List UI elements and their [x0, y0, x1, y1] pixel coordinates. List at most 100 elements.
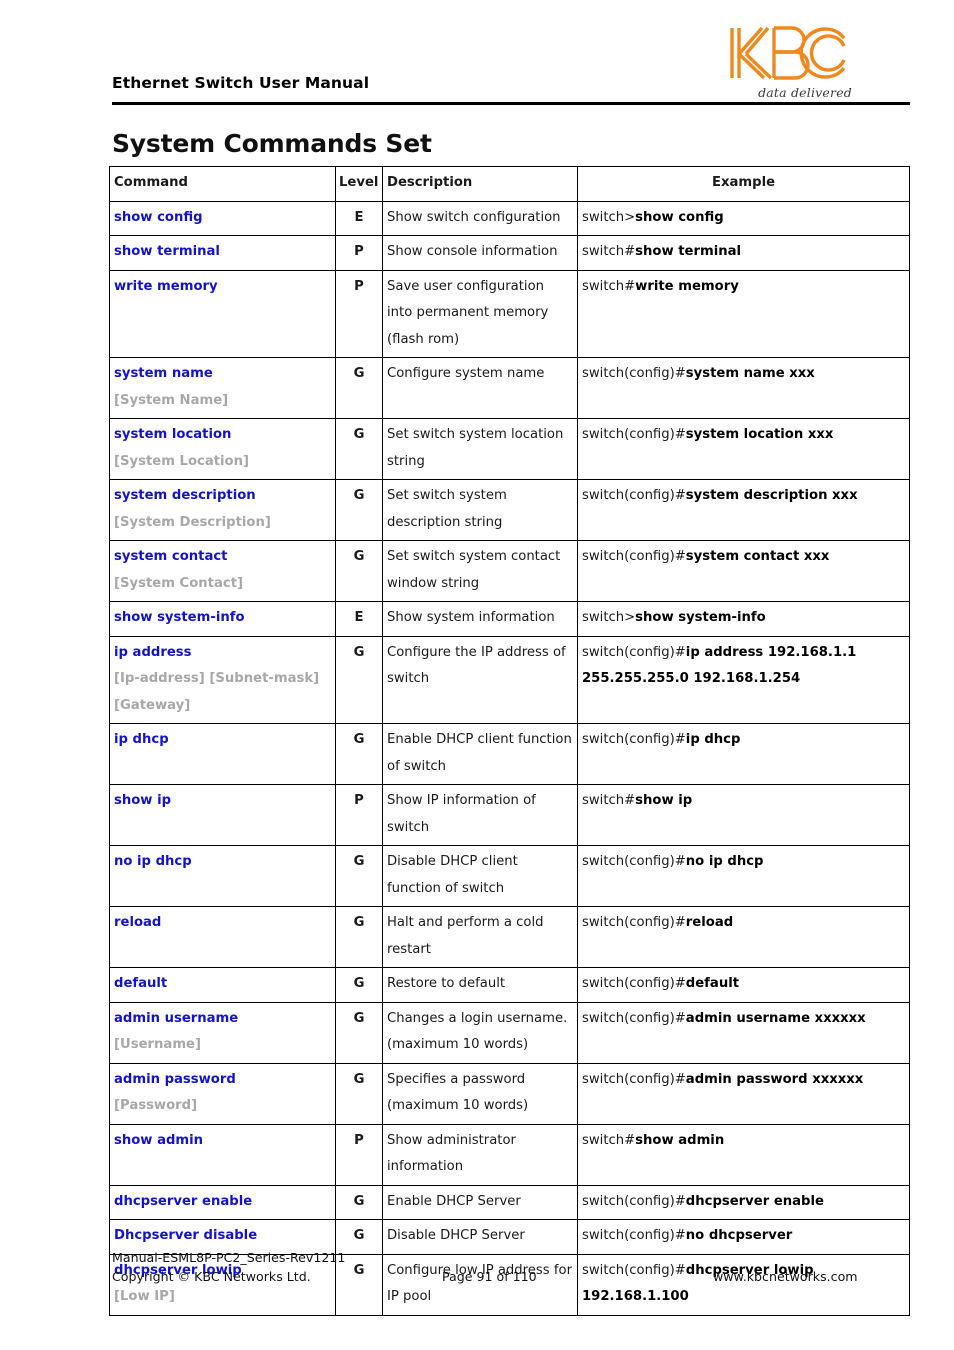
command-cell: show config — [109, 200, 336, 236]
description-cell: Disable DHCP client function of switch — [382, 845, 578, 907]
example-cell: switch(config)#ip dhcp — [577, 723, 910, 785]
command-name: system location — [114, 427, 232, 442]
example-command: reload — [685, 915, 734, 930]
description-cell: Enable DHCP client function of switch — [382, 723, 578, 785]
command-parameter: [Ip-address] [Subnet-mask] [Gateway] — [114, 671, 320, 713]
footer-row: Copyright © KBC Networks Ltd. Page 91 of… — [112, 1268, 912, 1286]
table-row: system description [System Description] G S… — [109, 479, 910, 541]
example-cell: switch(config)#system location xxx — [577, 418, 910, 480]
table-body: show config E Show switch configuration swi… — [109, 200, 910, 1316]
command-cell: admin username [Username] — [109, 1001, 336, 1064]
example-cell: switch#show terminal — [577, 235, 910, 271]
level-cell: G — [335, 635, 383, 724]
footer-website[interactable]: www.kbcnetworks.com — [713, 1268, 858, 1286]
command-parameter: [Username] — [114, 1037, 202, 1052]
level-cell: P — [335, 235, 383, 271]
level-cell: G — [335, 418, 383, 480]
description-cell: Set switch system location string — [382, 418, 578, 480]
document-footer: Manual-ESML8P-PC2_Series-Rev1211 Copyrig… — [112, 1249, 912, 1286]
example-command-line2: 255.255.255.0 192.168.1.254 — [582, 671, 801, 686]
example-prompt: switch(config)# — [582, 915, 686, 930]
example-command: show system-info — [635, 610, 766, 625]
example-cell: switch(config)#dhcpserver enable — [577, 1184, 910, 1220]
column-header-description: Description — [382, 166, 578, 202]
command-name: show config — [114, 209, 203, 225]
description-cell: Show console information — [382, 235, 578, 271]
description-cell: Restore to default — [382, 967, 578, 1003]
example-cell: switch#show ip — [577, 784, 910, 846]
command-name: Dhcpserver disable — [114, 1228, 258, 1243]
description-cell: Save user configuration into permanent m… — [382, 269, 578, 358]
system-commands-table-container: Command Level Description Example show c… — [109, 166, 910, 1316]
command-name: show terminal — [114, 244, 220, 259]
example-cell: switch#show admin — [577, 1123, 910, 1186]
command-cell: system location [System Location] — [109, 418, 336, 480]
command-parameter: [Password] — [114, 1098, 198, 1113]
header-divider — [112, 102, 910, 105]
level-cell: E — [335, 200, 383, 236]
description-cell: Halt and perform a cold restart — [382, 906, 578, 968]
example-cell: switch(config)#admin username xxxxxx — [577, 1001, 910, 1064]
example-command: system name xxx — [685, 366, 815, 381]
command-parameter: [System Location] — [114, 453, 250, 469]
table-row: ip address [Ip-address] [Subnet-mask] [Ga… — [109, 635, 910, 724]
table-row: ip dhcp G Enable DHCP client function of s… — [109, 723, 910, 785]
level-cell: G — [335, 723, 383, 785]
command-name: reload — [114, 915, 162, 930]
example-cell: switch>show system-info — [577, 601, 910, 637]
description-cell: Enable DHCP Server — [382, 1184, 578, 1220]
level-cell: G — [335, 1184, 383, 1220]
footer-page-number: Page 91 of 110 — [442, 1269, 537, 1284]
example-command: show terminal — [635, 244, 742, 259]
level-cell: G — [335, 967, 383, 1003]
example-prompt: switch# — [582, 793, 636, 808]
level-cell: G — [335, 357, 383, 419]
example-prompt: switch# — [582, 244, 636, 259]
command-name: admin password — [114, 1071, 236, 1087]
example-prompt: switch(config)# — [582, 1193, 686, 1209]
example-command: admin password xxxxxx — [685, 1071, 864, 1087]
example-command: ip dhcp — [685, 732, 741, 747]
command-parameter: [System Name] — [114, 392, 229, 408]
command-name: system description — [114, 488, 256, 503]
example-cell: switch(config)#admin password xxxxxx — [577, 1062, 910, 1125]
level-cell: P — [335, 784, 383, 846]
example-command: write memory — [635, 278, 739, 294]
table-header: Command Level Description Example — [109, 166, 910, 202]
table-row: show admin P Show administrator informatio… — [109, 1123, 910, 1186]
description-cell: Show administrator information — [382, 1123, 578, 1186]
command-cell: show terminal — [109, 235, 336, 271]
kbc-logo-tagline: data delivered — [758, 85, 852, 100]
example-cell: switch(config)#ip address 192.168.1.1 255… — [577, 635, 910, 724]
command-parameter: [Low IP] — [114, 1289, 175, 1304]
example-prompt: switch(config)# — [582, 1010, 686, 1026]
table-row: show terminal P Show console information sw… — [109, 235, 910, 271]
table-row: no ip dhcp G Disable DHCP client function … — [109, 845, 910, 907]
example-cell: switch(config)#reload — [577, 906, 910, 968]
example-command: system description xxx — [685, 488, 858, 503]
command-cell: show admin — [109, 1123, 336, 1186]
description-cell: Specifies a password (maximum 10 words) — [382, 1062, 578, 1125]
example-prompt: switch(config)# — [582, 488, 686, 503]
example-prompt: switch(config)# — [582, 1228, 686, 1243]
example-prompt: switch> — [582, 610, 636, 625]
example-command: system location xxx — [685, 427, 834, 442]
command-parameter: [System Contact] — [114, 575, 244, 591]
command-cell: show ip — [109, 784, 336, 846]
command-cell: write memory — [109, 269, 336, 358]
example-cell: switch(config)#system contact xxx — [577, 540, 910, 602]
example-prompt: switch# — [582, 1132, 636, 1148]
table-row: system location [System Location] G Set swi… — [109, 418, 910, 480]
table-row: write memory P Save user configuration int… — [109, 269, 910, 358]
command-name: ip address — [114, 644, 192, 660]
command-name: system name — [114, 366, 213, 381]
level-cell: G — [335, 1001, 383, 1064]
example-command: no ip dhcp — [685, 854, 764, 869]
example-command: system contact xxx — [685, 549, 830, 564]
level-cell: P — [335, 1123, 383, 1186]
level-cell: G — [335, 1062, 383, 1125]
command-cell: ip address [Ip-address] [Subnet-mask] [Ga… — [109, 635, 336, 724]
description-cell: Changes a login username. (maximum 10 wo… — [382, 1001, 578, 1064]
column-header-example: Example — [577, 166, 910, 202]
command-name: ip dhcp — [114, 732, 169, 747]
